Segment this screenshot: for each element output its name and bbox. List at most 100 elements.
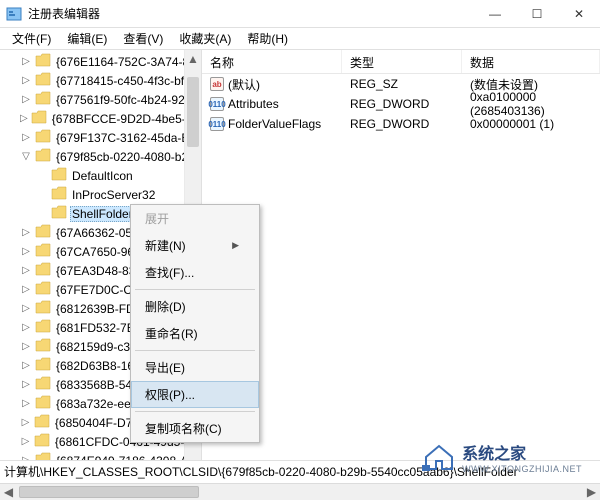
- scroll-thumb[interactable]: [187, 77, 199, 147]
- tree-item-label: {676E1164-752C-3A74-8D: [54, 54, 200, 70]
- tree-item[interactable]: ▷ {679F137C-3162-45da-BE: [0, 128, 201, 147]
- expand-icon[interactable]: ▷: [20, 341, 32, 353]
- expand-icon[interactable]: ▷: [20, 265, 32, 277]
- expand-icon[interactable]: ▷: [20, 56, 32, 68]
- expand-icon[interactable]: ▷: [20, 322, 32, 334]
- folder-icon: [32, 395, 54, 412]
- scroll-left-arrow[interactable]: ◀: [0, 484, 17, 501]
- value-row[interactable]: 0110FolderValueFlagsREG_DWORD0x00000001 …: [202, 114, 600, 134]
- value-type-cell: REG_SZ: [342, 75, 462, 93]
- tree-item[interactable]: ▽{679f85cb-0220-4080-b29: [0, 147, 201, 166]
- folder-icon: [48, 205, 70, 222]
- content: ▷ {676E1164-752C-3A74-8D ▷ {67718415-c450-4…: [0, 50, 600, 480]
- binary-value-icon: 0110: [210, 117, 224, 131]
- hscroll-tray[interactable]: [19, 486, 581, 498]
- regedit-icon: [6, 6, 22, 22]
- expand-icon[interactable]: ▷: [20, 303, 32, 315]
- folder-icon: [32, 148, 54, 165]
- folder-icon: [32, 376, 54, 393]
- menu-view[interactable]: 查看(V): [115, 28, 171, 49]
- tree-item[interactable]: InProcServer32: [0, 185, 201, 204]
- tree-item-label: {682159d9-c3: [54, 339, 132, 355]
- value-row[interactable]: 0110AttributesREG_DWORD0xa0100000 (26854…: [202, 94, 600, 114]
- folder-icon: [32, 129, 54, 146]
- column-name[interactable]: 名称: [202, 50, 342, 73]
- menu-help[interactable]: 帮助(H): [239, 28, 296, 49]
- column-type[interactable]: 类型: [342, 50, 462, 73]
- folder-icon: [32, 300, 54, 317]
- value-name: (默认): [228, 76, 260, 93]
- house-icon: [422, 443, 456, 471]
- expand-icon[interactable]: ▷: [20, 227, 32, 239]
- value-type-cell: REG_DWORD: [342, 95, 462, 113]
- ctx-rename[interactable]: 重命名(R): [131, 320, 259, 347]
- ctx-delete[interactable]: 删除(D): [131, 293, 259, 320]
- ctx-find[interactable]: 查找(F)...: [131, 259, 259, 286]
- expand-icon[interactable]: ▷: [20, 436, 31, 448]
- list-header: 名称 类型 数据: [202, 50, 600, 74]
- ctx-find-label: 查找(F)...: [145, 264, 194, 281]
- scroll-up-arrow[interactable]: ▲: [185, 50, 201, 67]
- folder-icon: [32, 53, 54, 70]
- titlebar: 注册表编辑器 — ☐ ✕: [0, 0, 600, 28]
- expand-icon[interactable]: ▷: [20, 398, 32, 410]
- ctx-permissions[interactable]: 权限(P)...: [131, 381, 259, 408]
- tree-item-label: {679F137C-3162-45da-BE: [54, 130, 199, 146]
- expand-icon[interactable]: ▷: [20, 246, 32, 258]
- ctx-expand-label: 展开: [145, 210, 169, 227]
- ctx-export-label: 导出(E): [145, 359, 185, 376]
- tree-item-label: ShellFolder: [70, 206, 135, 222]
- folder-icon: [32, 357, 54, 374]
- scroll-right-arrow[interactable]: ▶: [583, 484, 600, 501]
- folder-icon: [32, 262, 54, 279]
- close-button[interactable]: ✕: [558, 0, 600, 28]
- tree-item[interactable]: ▷{677561f9-50fc-4b24-921c: [0, 90, 201, 109]
- watermark-text: 系统之家 WWW.XITONGZHIJIA.NET: [462, 440, 582, 474]
- ctx-new[interactable]: 新建(N)▶: [131, 232, 259, 259]
- tree-item[interactable]: ▷ {67718415-c450-4f3c-bf8a: [0, 71, 201, 90]
- tree-item-label: {67718415-c450-4f3c-bf8a: [54, 73, 199, 89]
- tree-item-label: {67CA7650-96: [54, 244, 136, 260]
- values-list-pane: 名称 类型 数据 ab(默认)REG_SZ(数值未设置)0110Attribut…: [202, 50, 600, 480]
- expand-icon[interactable]: ▷: [20, 132, 32, 144]
- ctx-copy-key-name[interactable]: 复制项名称(C): [131, 415, 259, 442]
- horizontal-scrollbar[interactable]: ◀ ▶: [0, 483, 600, 500]
- folder-icon: [31, 433, 53, 450]
- column-data[interactable]: 数据: [462, 50, 600, 73]
- ctx-expand: 展开: [131, 205, 259, 232]
- ctx-export[interactable]: 导出(E): [131, 354, 259, 381]
- value-name: Attributes: [228, 97, 279, 111]
- string-value-icon: ab: [210, 77, 224, 91]
- expand-icon[interactable]: ▷: [20, 75, 32, 87]
- expand-icon[interactable]: ▷: [20, 360, 32, 372]
- values-list[interactable]: ab(默认)REG_SZ(数值未设置)0110AttributesREG_DWO…: [202, 74, 600, 134]
- expand-spacer: [36, 208, 48, 220]
- expand-icon[interactable]: ▷: [20, 417, 31, 429]
- folder-icon: [32, 91, 54, 108]
- expand-icon[interactable]: ▷: [20, 113, 28, 125]
- expand-icon[interactable]: ▷: [20, 379, 32, 391]
- folder-icon: [48, 167, 70, 184]
- value-name: FolderValueFlags: [228, 117, 321, 131]
- menu-favorites[interactable]: 收藏夹(A): [171, 28, 239, 49]
- folder-icon: [48, 186, 70, 203]
- tree-item-label: {67A66362-05: [54, 225, 134, 241]
- expand-icon[interactable]: ▷: [20, 94, 32, 106]
- tree-item[interactable]: ▷ {678BFCCE-9D2D-4be5-B7: [0, 109, 201, 128]
- expand-icon[interactable]: ▷: [20, 284, 32, 296]
- hscroll-thumb[interactable]: [19, 486, 199, 498]
- value-data-cell: 0x00000001 (1): [462, 115, 600, 133]
- ctx-new-label: 新建(N): [145, 237, 186, 254]
- menu-edit[interactable]: 编辑(E): [59, 28, 115, 49]
- collapse-icon[interactable]: ▽: [20, 151, 32, 163]
- tree-item-label: {678BFCCE-9D2D-4be5-B7: [50, 111, 202, 127]
- ctx-permissions-label: 权限(P)...: [145, 386, 195, 403]
- minimize-button[interactable]: —: [474, 0, 516, 28]
- watermark-logo: 系统之家 WWW.XITONGZHIJIA.NET: [422, 440, 582, 474]
- tree-item[interactable]: ▷ {676E1164-752C-3A74-8D: [0, 52, 201, 71]
- menu-file[interactable]: 文件(F): [4, 28, 59, 49]
- maximize-button[interactable]: ☐: [516, 0, 558, 28]
- tree-item[interactable]: DefaultIcon: [0, 166, 201, 185]
- ctx-delete-label: 删除(D): [145, 298, 186, 315]
- window-buttons: — ☐ ✕: [474, 0, 600, 28]
